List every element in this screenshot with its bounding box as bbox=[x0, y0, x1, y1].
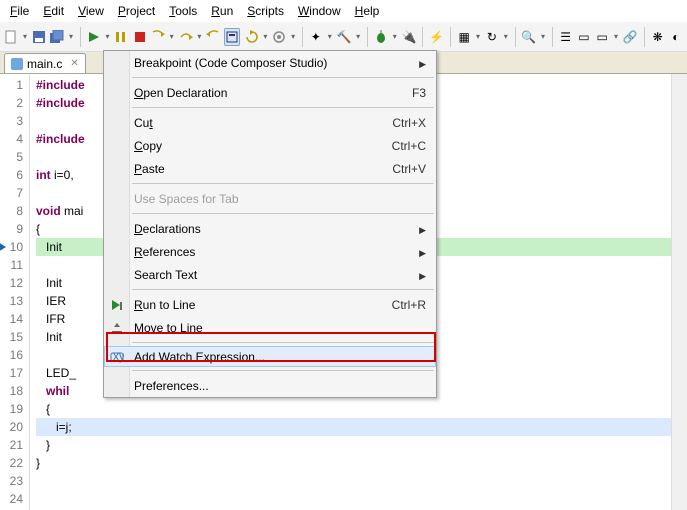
ctx-shortcut: Ctrl+V bbox=[392, 162, 426, 176]
ctx-move-to-line[interactable]: Move to Line bbox=[104, 316, 436, 339]
flash-icon[interactable]: ⚡ bbox=[429, 28, 444, 46]
link-icon[interactable]: 🔗 bbox=[623, 28, 638, 46]
dropdown-icon[interactable] bbox=[392, 28, 398, 46]
dropdown-icon[interactable] bbox=[169, 28, 175, 46]
ctx-shortcut: F3 bbox=[412, 86, 426, 100]
app-icon[interactable]: ◐ bbox=[669, 28, 683, 46]
ctx-label: Open Declaration bbox=[134, 86, 412, 100]
watch-icon: xy bbox=[109, 349, 125, 365]
ctx-preferences[interactable]: Preferences... bbox=[104, 374, 436, 397]
save-all-icon[interactable] bbox=[50, 28, 64, 46]
close-icon[interactable]: ✕ bbox=[70, 58, 78, 69]
menu-help[interactable]: Help bbox=[349, 2, 386, 20]
ctx-run-to-line[interactable]: Run to LineCtrl+R bbox=[104, 293, 436, 316]
tool-icon[interactable]: ▭ bbox=[577, 28, 591, 46]
menu-scripts[interactable]: Scripts bbox=[241, 2, 290, 20]
dropdown-icon[interactable] bbox=[503, 28, 509, 46]
step-return-icon[interactable] bbox=[206, 28, 220, 46]
ctx-label: Copy bbox=[134, 139, 392, 153]
menu-window[interactable]: Window bbox=[292, 2, 347, 20]
menu-view[interactable]: View bbox=[72, 2, 110, 20]
context-menu: Breakpoint (Code Composer Studio) Open De… bbox=[103, 50, 437, 398]
ctx-label: References bbox=[134, 245, 419, 259]
step-over-icon[interactable] bbox=[178, 28, 192, 46]
submenu-arrow-icon bbox=[419, 268, 426, 282]
run-icon bbox=[109, 297, 125, 313]
svg-text:xy: xy bbox=[113, 350, 124, 363]
menu-tools[interactable]: Tools bbox=[163, 2, 203, 20]
ctx-label: Run to Line bbox=[134, 298, 392, 312]
restart-icon[interactable] bbox=[244, 28, 258, 46]
menu-bar: FileEditViewProjectToolsRunScriptsWindow… bbox=[0, 0, 687, 22]
vertical-scrollbar[interactable] bbox=[671, 74, 687, 510]
grid-icon[interactable]: ▦ bbox=[457, 28, 471, 46]
save-icon[interactable] bbox=[32, 28, 46, 46]
line-number-gutter: 123456789101112131415161718192021222324 bbox=[0, 74, 30, 510]
submenu-arrow-icon bbox=[419, 56, 426, 70]
dropdown-icon[interactable] bbox=[475, 28, 481, 46]
ctx-add-watch-expression[interactable]: xy Add Watch Expression... bbox=[104, 346, 436, 367]
ctx-open-declaration[interactable]: Open DeclarationF3 bbox=[104, 81, 436, 104]
ctx-label: Breakpoint (Code Composer Studio) bbox=[134, 56, 419, 70]
ctx-label: Search Text bbox=[134, 268, 419, 282]
stop-icon[interactable] bbox=[132, 28, 146, 46]
ctx-search-text[interactable]: Search Text bbox=[104, 263, 436, 286]
ctx-references[interactable]: References bbox=[104, 240, 436, 263]
dropdown-icon[interactable] bbox=[105, 28, 111, 46]
ctx-breakpoint-code-composer-studio[interactable]: Breakpoint (Code Composer Studio) bbox=[104, 51, 436, 74]
reset-icon[interactable] bbox=[272, 28, 286, 46]
menu-run[interactable]: Run bbox=[205, 2, 239, 20]
dropdown-icon[interactable] bbox=[263, 28, 269, 46]
dropdown-icon[interactable] bbox=[22, 28, 28, 46]
connect-icon[interactable]: 🔌 bbox=[402, 28, 417, 46]
ctx-label: Use Spaces for Tab bbox=[134, 192, 426, 206]
new-icon[interactable] bbox=[4, 28, 18, 46]
run-icon[interactable] bbox=[87, 28, 101, 46]
ctx-label: Move to Line bbox=[134, 321, 426, 335]
menu-project[interactable]: Project bbox=[112, 2, 161, 20]
menu-edit[interactable]: Edit bbox=[37, 2, 70, 20]
dropdown-icon[interactable] bbox=[290, 28, 296, 46]
debug-icon[interactable] bbox=[374, 28, 388, 46]
new-target-icon[interactable]: ✦ bbox=[309, 28, 323, 46]
tab-main-c[interactable]: main.c ✕ bbox=[4, 53, 86, 73]
dropdown-icon[interactable] bbox=[540, 28, 546, 46]
submenu-arrow-icon bbox=[419, 245, 426, 259]
ctx-declarations[interactable]: Declarations bbox=[104, 217, 436, 240]
ctx-use-spaces-for-tab: Use Spaces for Tab bbox=[104, 187, 436, 210]
dropdown-icon[interactable] bbox=[355, 28, 361, 46]
ctx-label: Preferences... bbox=[134, 379, 426, 393]
build-icon[interactable]: 🔨 bbox=[336, 28, 351, 46]
ctx-copy[interactable]: CopyCtrl+C bbox=[104, 134, 436, 157]
ctx-label: Add Watch Expression... bbox=[134, 350, 426, 364]
ctx-shortcut: Ctrl+C bbox=[392, 139, 426, 153]
step-into-icon[interactable] bbox=[151, 28, 165, 46]
toolbar: ✦ 🔨 🔌 ⚡ ▦ ↻ 🔍 ☰ ▭ ▭ 🔗 ❋ ◐ bbox=[0, 22, 687, 52]
dropdown-icon[interactable] bbox=[613, 28, 619, 46]
ctx-cut[interactable]: CutCtrl+X bbox=[104, 111, 436, 134]
tool2-icon[interactable]: ▭ bbox=[595, 28, 609, 46]
dropdown-icon[interactable] bbox=[197, 28, 203, 46]
gear-icon[interactable]: ❋ bbox=[651, 28, 665, 46]
dropdown-icon[interactable] bbox=[68, 28, 74, 46]
pause-icon[interactable] bbox=[114, 28, 128, 46]
search-icon[interactable]: 🔍 bbox=[521, 28, 536, 46]
ctx-label: Paste bbox=[134, 162, 392, 176]
ctx-shortcut: Ctrl+R bbox=[392, 298, 426, 312]
dropdown-icon[interactable] bbox=[327, 28, 333, 46]
outline-icon[interactable]: ☰ bbox=[559, 28, 573, 46]
ctx-label: Declarations bbox=[134, 222, 419, 236]
c-file-icon bbox=[11, 58, 23, 70]
refresh-icon[interactable]: ↻ bbox=[485, 28, 499, 46]
ctx-shortcut: Ctrl+X bbox=[392, 116, 426, 130]
ctx-paste[interactable]: PasteCtrl+V bbox=[104, 157, 436, 180]
ctx-label: Cut bbox=[134, 116, 392, 130]
submenu-arrow-icon bbox=[419, 222, 426, 236]
menu-file[interactable]: File bbox=[4, 2, 35, 20]
assembly-step-icon[interactable] bbox=[224, 28, 240, 46]
tab-label: main.c bbox=[27, 57, 62, 71]
move-icon bbox=[109, 320, 125, 336]
